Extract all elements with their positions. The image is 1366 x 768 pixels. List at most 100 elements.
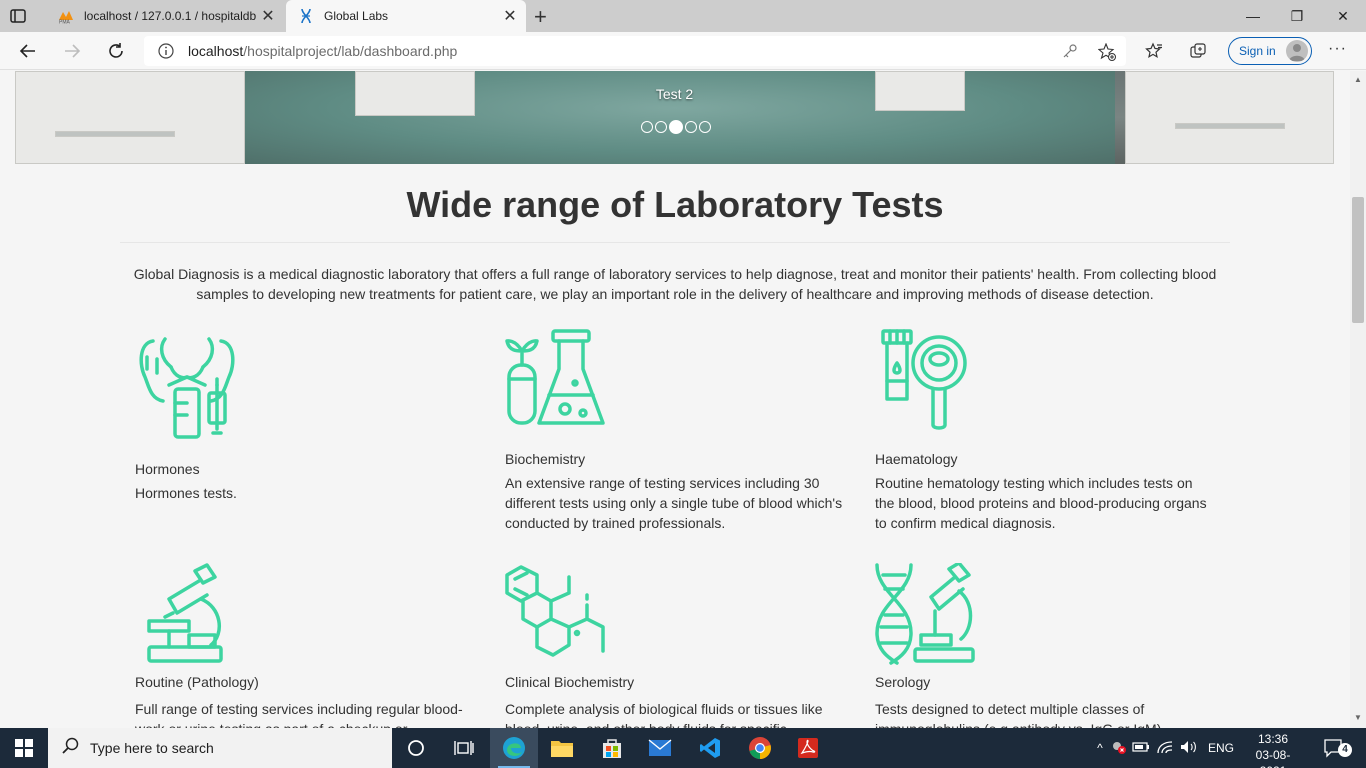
url-host: localhost [188,43,244,59]
hero-carousel: Test 2 [15,71,1334,164]
test-description: Full range of testing services including… [135,701,463,728]
test-title: Routine (Pathology) [135,674,259,690]
test-card-clinical-biochemistry: Clinical Biochemistry Complete analysis … [505,563,845,728]
minimize-icon[interactable]: — [1230,0,1276,32]
divider [120,242,1230,243]
address-bar[interactable]: localhost/hospitalproject/lab/dashboard.… [144,36,1126,66]
dna-microscope-icon [875,561,977,670]
notifications-icon[interactable]: 4 [1310,728,1358,768]
test-card-serology: Serology Tests designed to detect multip… [875,561,1215,728]
carousel-indicators [641,120,711,134]
edge-taskbar-icon[interactable] [490,728,538,768]
hormones-icon [135,329,239,444]
url-path: /hospitalproject/lab/dashboard.php [243,43,458,59]
file-explorer-icon[interactable] [538,728,586,768]
scroll-up-icon[interactable]: ▲ [1354,75,1362,84]
notification-count-badge: 4 [1338,743,1352,757]
test-description: Hormones tests. [135,485,237,501]
browser-tab-bar: PMA localhost / 127.0.0.1 / hospitaldb ✕… [0,0,1366,32]
scrollbar-thumb[interactable] [1352,197,1364,323]
test-card-biochemistry: Biochemistry An extensive range of testi… [505,329,845,531]
hero-image-cabinet-left [15,71,245,164]
hero-image-handle [1175,123,1285,129]
store-icon[interactable] [588,728,636,768]
carousel-indicator[interactable] [655,121,667,133]
test-card-hormones: Hormones Hormones tests. [135,329,475,501]
carousel-indicator-active[interactable] [669,120,683,134]
taskbar-search-box[interactable]: Type here to search [48,728,392,768]
avatar [1286,40,1308,62]
collections-icon[interactable] [1186,39,1210,63]
test-title: Clinical Biochemistry [505,674,635,690]
test-description: Routine hematology testing which include… [875,475,1207,531]
search-placeholder: Type here to search [90,740,214,756]
tab-title: localhost / 127.0.0.1 / hospitaldb [84,9,257,23]
sign-in-button[interactable]: Sign in [1228,37,1312,65]
clock-time: 13:36 [1257,732,1289,746]
test-description: Complete analysis of biological fluids o… [505,701,823,728]
test-title: Biochemistry [505,451,586,467]
page-scrollbar[interactable]: ▲ ▼ [1350,71,1366,728]
back-icon[interactable] [16,39,40,63]
more-menu-icon[interactable]: ··· [1328,40,1347,58]
clock-date: 03-08-2021 [1255,748,1291,768]
test-description: An extensive range of testing services i… [505,475,843,531]
sign-in-label: Sign in [1239,44,1276,58]
global-labs-favicon-icon [298,8,314,24]
carousel-indicator[interactable] [699,121,711,133]
volume-icon[interactable] [1180,740,1206,757]
browser-toolbar: localhost/hospitalproject/lab/dashboard.… [0,32,1366,70]
start-button[interactable] [0,728,48,768]
carousel-indicator[interactable] [685,121,697,133]
network-error-icon[interactable] [1110,739,1132,758]
chrome-icon[interactable] [736,728,784,768]
hero-image-handle [55,131,175,137]
phpmyadmin-favicon-icon: PMA [58,8,74,26]
carousel-indicator[interactable] [641,121,653,133]
refresh-icon[interactable] [104,39,128,63]
acrobat-icon[interactable] [784,728,832,768]
url-text: localhost/hospitalproject/lab/dashboard.… [188,43,457,59]
close-window-icon[interactable]: ✕ [1320,0,1366,32]
taskbar-clock[interactable]: 13:36 03-08-2021 [1246,731,1300,768]
microscope-icon [135,563,227,670]
section-intro: Global Diagnosis is a medical diagnostic… [133,266,1217,302]
test-title: Serology [875,674,931,690]
language-indicator[interactable]: ENG [1206,741,1236,755]
flask-icon [505,329,609,434]
tab-actions-icon[interactable] [8,6,28,26]
tab-phpmyadmin[interactable]: PMA localhost / 127.0.0.1 / hospitaldb ✕ [48,0,284,32]
vscode-icon[interactable] [686,728,734,768]
chevron-up-icon[interactable]: ^ [1090,741,1110,755]
tab-title: Global Labs [324,9,389,23]
svg-text:PMA: PMA [59,20,71,25]
scroll-down-icon[interactable]: ▼ [1354,713,1362,722]
tab-close-icon[interactable]: ✕ [500,6,520,26]
site-info-icon[interactable] [158,43,174,59]
key-icon[interactable] [1062,43,1078,59]
restore-icon[interactable]: ❐ [1274,0,1320,32]
hero-image-cabinet-right [1125,71,1334,164]
wifi-icon[interactable] [1156,740,1180,757]
forward-icon[interactable] [60,39,84,63]
tab-global-labs[interactable]: Global Labs ✕ [286,0,526,32]
carousel-caption: Test 2 [655,86,694,102]
new-tab-icon[interactable]: + [534,4,547,30]
molecule-icon [505,563,609,670]
favorites-icon[interactable] [1142,39,1166,63]
search-icon [62,737,80,760]
section-heading: Wide range of Laboratory Tests [406,184,944,225]
test-title: Haematology [875,451,958,467]
tab-close-icon[interactable]: ✕ [258,6,278,26]
test-card-routine-pathology: Routine (Pathology) Full range of testin… [135,563,475,728]
mail-icon[interactable] [636,728,684,768]
magnifier-test-tube-icon [875,329,971,438]
add-favorite-icon[interactable] [1097,42,1116,61]
cortana-icon[interactable] [392,728,440,768]
windows-taskbar: Type here to search ^ ENG 13:36 03-08- 4 [0,728,1366,768]
battery-icon[interactable] [1132,741,1156,756]
task-view-icon[interactable] [440,728,488,768]
page-viewport: Test 2 Wide range of Laboratory Tests Gl… [0,71,1350,728]
test-description: Tests designed to detect multiple classe… [875,701,1161,728]
test-card-haematology: Haematology Routine hematology testing w… [875,329,1215,531]
